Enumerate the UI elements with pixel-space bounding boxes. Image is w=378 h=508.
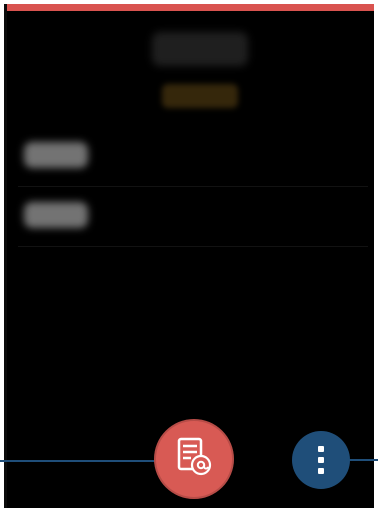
page-title [152, 32, 248, 66]
screenshot-frame [0, 0, 378, 508]
email-document-button[interactable] [154, 419, 234, 499]
list-item-label [24, 142, 88, 168]
more-options-button[interactable] [292, 431, 350, 489]
dot [318, 468, 324, 474]
top-accent-bar [4, 4, 374, 11]
list-item[interactable] [18, 188, 368, 247]
page-subtitle [162, 84, 238, 108]
left-edge [4, 4, 7, 508]
list-item-label [24, 202, 88, 228]
dot [318, 446, 324, 452]
dot [318, 457, 324, 463]
more-vertical-icon [318, 446, 324, 474]
callout-line-left [0, 460, 158, 462]
list-item[interactable] [18, 128, 368, 187]
document-email-icon [172, 435, 216, 484]
